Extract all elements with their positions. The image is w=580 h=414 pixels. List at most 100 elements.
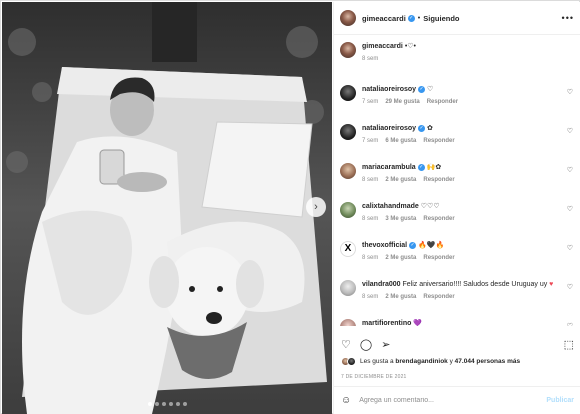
- like-comment-heart-icon[interactable]: ♡: [567, 88, 573, 96]
- author-username[interactable]: gimeaccardi: [362, 14, 406, 23]
- comment-body: martifiorentino 💜8 semResponder: [362, 319, 575, 326]
- caption-time: 8 sem: [362, 56, 379, 62]
- comment-body: thevoxofficial ✓ 🔥🖤🔥 8 sem 2 Me gusta Respon…: [362, 241, 575, 261]
- reply-button[interactable]: Responder: [423, 294, 454, 300]
- carousel-dot: [147, 402, 152, 406]
- likes-count[interactable]: 47.044 personas más: [455, 358, 520, 365]
- like-comment-heart-icon[interactable]: ♡: [567, 244, 573, 252]
- following-button[interactable]: Siguiendo: [423, 14, 459, 23]
- post-date: 7 DE DICIEMBRE DE 2021: [341, 374, 407, 380]
- post-dialog: › gimeaccardi ✓ • Siguiendo ••• gimeacca…: [0, 0, 580, 414]
- next-arrow-icon[interactable]: ›: [306, 197, 326, 217]
- comment-row: nataliaoreirosoy ✓ ♡ 7 sem 29 Me gusta Respo…: [340, 85, 575, 113]
- like-comment-heart-icon[interactable]: ♡: [567, 205, 573, 213]
- commenter-avatar[interactable]: [340, 280, 356, 296]
- reply-button[interactable]: Responder: [427, 99, 458, 105]
- comment-likes[interactable]: 3 Me gusta: [385, 216, 416, 222]
- heart-icon[interactable]: ♡: [341, 338, 351, 351]
- post-photo[interactable]: ›: [2, 2, 332, 414]
- caption-meta: 8 sem: [362, 56, 575, 62]
- separator-dot: •: [417, 14, 421, 22]
- verified-icon: ✓: [409, 241, 417, 249]
- likes-connector: y: [449, 358, 453, 365]
- comment-rows: nataliaoreirosoy ✓ ♡ 7 sem 29 Me gusta Respo…: [340, 85, 575, 326]
- comment-username[interactable]: nataliaoreirosoy: [362, 86, 416, 93]
- verified-icon: ✓: [407, 14, 415, 22]
- likes-text: Les gusta a brendagandiniok y 47.044 per…: [360, 358, 520, 365]
- post-header: gimeaccardi ✓ • Siguiendo •••: [334, 2, 580, 35]
- verified-icon: ✓: [417, 163, 425, 171]
- save-icon[interactable]: ⬚: [564, 338, 574, 351]
- carousel-dot: [168, 402, 173, 406]
- comments-list[interactable]: gimeaccardi •♡• 8 sem nataliaoreirosoy ✓ …: [334, 36, 580, 326]
- commenter-avatar[interactable]: [340, 85, 356, 101]
- commenter-avatar[interactable]: X: [340, 241, 356, 257]
- comment-username[interactable]: thevoxofficial: [362, 242, 407, 249]
- caption-username[interactable]: gimeaccardi: [362, 43, 403, 50]
- reply-button[interactable]: Responder: [423, 255, 454, 261]
- comment-row: calixtahandmade ♡♡♡ 8 sem 3 Me gusta Respon…: [340, 202, 575, 230]
- post-actions: ♡ ◯ ➢ ⬚: [334, 336, 580, 352]
- comment-body: vilandra000 Feliz aniversario!!!! Saludo…: [362, 280, 575, 300]
- commenter-avatar[interactable]: [340, 319, 356, 326]
- comment-icon[interactable]: ◯: [360, 338, 372, 351]
- publish-button[interactable]: Publicar: [546, 397, 574, 404]
- carousel-dot: [175, 402, 180, 406]
- reply-button[interactable]: Responder: [423, 177, 454, 183]
- commenter-avatar[interactable]: [340, 124, 356, 140]
- comment-line: nataliaoreirosoy ✓ ♡: [362, 85, 575, 95]
- add-comment-bar: ☺ Publicar: [334, 386, 580, 414]
- reply-button[interactable]: Responder: [423, 138, 454, 144]
- comment-line: calixtahandmade ♡♡♡: [362, 202, 575, 212]
- caption-avatar[interactable]: [340, 42, 356, 58]
- comment-time: 8 sem: [362, 177, 379, 183]
- carousel-dot: [182, 402, 187, 406]
- comment-line: mariacarambula ✓ 🙌✿: [362, 163, 575, 173]
- comment-username[interactable]: mariacarambula: [362, 164, 416, 171]
- comment-line: thevoxofficial ✓ 🔥🖤🔥: [362, 241, 575, 251]
- liker-avatar: [347, 357, 356, 366]
- comment-username[interactable]: nataliaoreirosoy: [362, 125, 416, 132]
- comment-text: ♡♡♡: [420, 203, 440, 210]
- like-comment-heart-icon[interactable]: ♡: [567, 322, 573, 326]
- carousel-dot: [161, 402, 166, 406]
- carousel-dot: [154, 402, 159, 406]
- comment-line: vilandra000 Feliz aniversario!!!! Saludo…: [362, 280, 575, 290]
- comment-username[interactable]: calixtahandmade: [362, 203, 419, 210]
- comment-text: ✿: [427, 125, 433, 132]
- verified-icon: ✓: [418, 85, 426, 93]
- comment-body: nataliaoreirosoy ✓ ✿ 7 sem 6 Me gusta Respon…: [362, 124, 575, 144]
- comment-input[interactable]: [359, 397, 520, 404]
- like-comment-heart-icon[interactable]: ♡: [567, 283, 573, 291]
- like-comment-heart-icon[interactable]: ♡: [567, 127, 573, 135]
- share-icon[interactable]: ➢: [381, 338, 390, 351]
- comment-likes[interactable]: 2 Me gusta: [385, 255, 416, 261]
- comment-meta: 8 sem 2 Me gusta Responder: [362, 177, 575, 183]
- comment-likes[interactable]: 2 Me gusta: [385, 177, 416, 183]
- comment-likes[interactable]: 29 Me gusta: [385, 99, 419, 105]
- comment-username[interactable]: vilandra000: [362, 281, 401, 288]
- likes-prefix: Les gusta a: [360, 358, 394, 365]
- comment-likes[interactable]: 6 Me gusta: [385, 138, 416, 144]
- like-comment-heart-icon[interactable]: ♡: [567, 166, 573, 174]
- more-options-icon[interactable]: •••: [562, 13, 574, 23]
- comment-likes[interactable]: 2 Me gusta: [385, 294, 416, 300]
- caption: gimeaccardi •♡• 8 sem: [340, 42, 575, 74]
- commenter-avatar[interactable]: [340, 163, 356, 179]
- commenter-avatar[interactable]: [340, 202, 356, 218]
- verified-icon: ✓: [418, 124, 426, 132]
- comment-body: mariacarambula ✓ 🙌✿ 8 sem 2 Me gusta Respond…: [362, 163, 575, 183]
- comment-row: nataliaoreirosoy ✓ ✿ 7 sem 6 Me gusta Respon…: [340, 124, 575, 152]
- comment-time: 8 sem: [362, 294, 379, 300]
- likes-user[interactable]: brendagandiniok: [395, 358, 447, 365]
- comment-row: vilandra000 Feliz aniversario!!!! Saludo…: [340, 280, 575, 308]
- carousel-dots: [2, 402, 332, 406]
- comment-meta: 8 sem 3 Me gusta Responder: [362, 216, 575, 222]
- author-avatar[interactable]: [340, 10, 356, 26]
- caption-line: gimeaccardi •♡•: [362, 42, 575, 52]
- comment-time: 8 sem: [362, 255, 379, 261]
- emoji-icon[interactable]: ☺: [341, 395, 351, 406]
- comment-username[interactable]: martifiorentino: [362, 320, 411, 326]
- comment-row: Xthevoxofficial ✓ 🔥🖤🔥 8 sem 2 Me gusta Respo…: [340, 241, 575, 269]
- reply-button[interactable]: Responder: [423, 216, 454, 222]
